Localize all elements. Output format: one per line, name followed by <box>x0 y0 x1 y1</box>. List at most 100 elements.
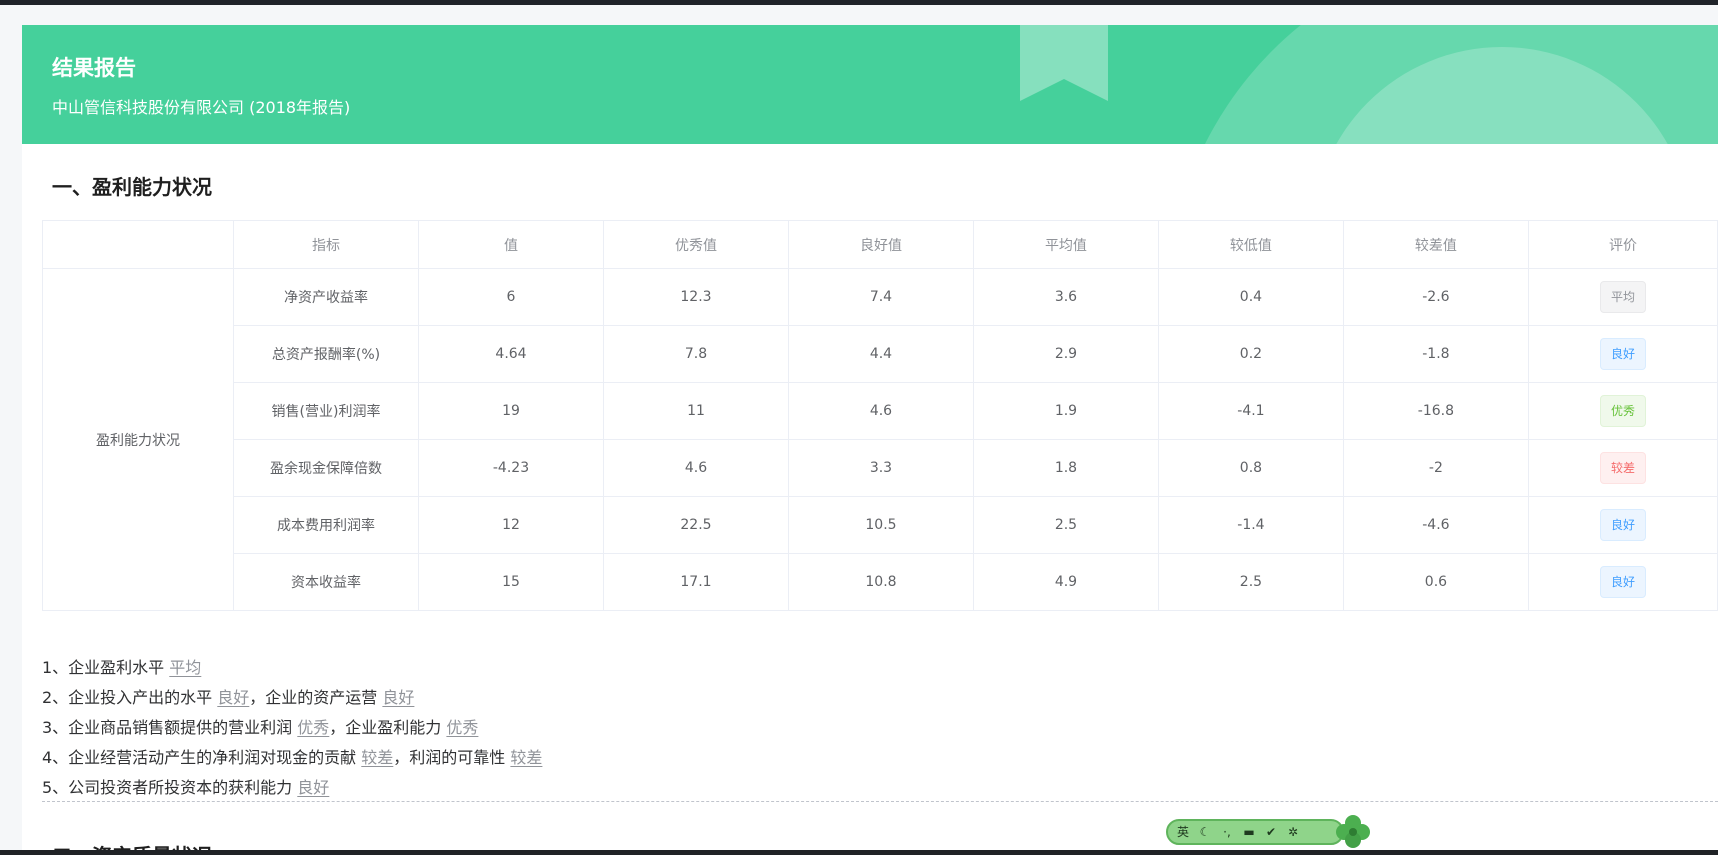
average-value: 1.9 <box>972 382 1159 440</box>
conclusion-text: 3、企业商品销售额提供的营业利润 <box>42 718 298 737</box>
conclusion-rating: 较差 <box>361 748 394 767</box>
rating-cell: 良好 <box>1527 325 1718 383</box>
conclusion-rating: 良好 <box>297 778 330 797</box>
rating-cell: 良好 <box>1527 553 1718 611</box>
check-icon[interactable]: ✔ <box>1264 823 1278 841</box>
excellent-value: 7.8 <box>602 325 789 383</box>
table-row: 成本费用利润率 12 22.5 10.5 2.5 -1.4 -4.6 良好 <box>43 496 1718 554</box>
bookmark-ribbon-icon <box>1020 25 1108 101</box>
conclusion-rating: 平均 <box>169 658 202 677</box>
average-value: 3.6 <box>972 268 1159 326</box>
conclusion-text: ，企业盈利能力 <box>329 718 447 737</box>
conclusion-rating: 优秀 <box>446 718 479 737</box>
excellent-value: 4.6 <box>602 439 789 497</box>
header-good: 良好值 <box>787 220 974 269</box>
low-value: -1.4 <box>1157 496 1344 554</box>
average-value: 4.9 <box>972 553 1159 611</box>
conclusion-rating: 良好 <box>217 688 250 707</box>
section-title-asset-quality: 二、资产质量状况 <box>52 840 212 850</box>
rating-cell: 较差 <box>1527 439 1718 497</box>
conclusion-text: ，利润的可靠性 <box>393 748 511 767</box>
rating-badge: 良好 <box>1599 338 1646 370</box>
header-excellent: 优秀值 <box>602 220 789 269</box>
indicator-value: 4.64 <box>418 325 604 383</box>
rating-cell: 良好 <box>1527 496 1718 554</box>
poor-value: -4.6 <box>1342 496 1529 554</box>
indicator-value: -4.23 <box>418 439 604 497</box>
poor-value: -1.8 <box>1342 325 1529 383</box>
conclusion-rating: 良好 <box>382 688 415 707</box>
table-row: 总资产报酬率(%) 4.64 7.8 4.4 2.9 0.2 -1.8 良好 <box>43 325 1718 383</box>
section-title-profitability: 一、盈利能力状况 <box>52 175 212 199</box>
keyboard-icon[interactable]: ▬ <box>1242 823 1256 841</box>
indicator-value: 19 <box>418 382 604 440</box>
table-row: 盈余现金保障倍数 -4.23 4.6 3.3 1.8 0.8 -2 较差 <box>43 439 1718 497</box>
rating-badge: 平均 <box>1599 281 1646 313</box>
table-row: 销售(营业)利润率 19 11 4.6 1.9 -4.1 -16.8 优秀 <box>43 382 1718 440</box>
poor-value: -2.6 <box>1342 268 1529 326</box>
moon-icon[interactable]: ☾ <box>1198 823 1212 841</box>
poor-value: -2 <box>1342 439 1529 497</box>
company-subtitle: 中山管信科技股份有限公司 (2018年报告) <box>52 98 351 117</box>
indicator-name: 净资产收益率 <box>233 268 419 326</box>
indicator-value: 6 <box>418 268 604 326</box>
poor-value: 0.6 <box>1342 553 1529 611</box>
browser-bottom-edge <box>0 850 1718 855</box>
conclusion-rating: 较差 <box>510 748 543 767</box>
average-value: 2.9 <box>972 325 1159 383</box>
settings-icon[interactable]: ✲ <box>1286 823 1300 841</box>
header-category <box>41 220 235 269</box>
conclusion-line: 1、企业盈利水平 平均 <box>42 653 1042 683</box>
conclusion-list: 1、企业盈利水平 平均 2、企业投入产出的水平 良好，企业的资产运营 良好 3、企业… <box>42 653 1042 803</box>
table-row: 资本收益率 15 17.1 10.8 4.9 2.5 0.6 良好 <box>43 553 1718 611</box>
good-value: 3.3 <box>787 439 974 497</box>
low-value: 0.2 <box>1157 325 1344 383</box>
conclusion-text: 2、企业投入产出的水平 <box>42 688 218 707</box>
indicator-name: 成本费用利润率 <box>233 496 419 554</box>
report-page: 结果报告 中山管信科技股份有限公司 (2018年报告) 一、盈利能力状况 指标 <box>0 5 1718 850</box>
ime-toolbar[interactable]: 英 ☾ ·, ▬ ✔ ✲ <box>1166 813 1371 850</box>
table-row: 盈利能力状况 净资产收益率 6 12.3 7.4 3.6 0.4 -2.6 平均 <box>41 268 1718 611</box>
header-poor: 较差值 <box>1342 220 1529 269</box>
excellent-value: 22.5 <box>602 496 789 554</box>
indicator-name: 资本收益率 <box>233 553 419 611</box>
report-banner: 结果报告 中山管信科技股份有限公司 (2018年报告) <box>22 25 1718 144</box>
report-card: 结果报告 中山管信科技股份有限公司 (2018年报告) 一、盈利能力状况 指标 <box>22 25 1718 850</box>
rating-badge: 较差 <box>1599 452 1646 484</box>
low-value: -4.1 <box>1157 382 1344 440</box>
header-low: 较低值 <box>1157 220 1344 269</box>
header-value: 值 <box>418 220 604 269</box>
rating-badge: 良好 <box>1599 566 1646 598</box>
ime-toolbar-items: 英 ☾ ·, ▬ ✔ ✲ <box>1176 823 1300 841</box>
conclusion-rating: 优秀 <box>297 718 330 737</box>
poor-value: -16.8 <box>1342 382 1529 440</box>
conclusion-line: 3、企业商品销售额提供的营业利润 优秀，企业盈利能力 优秀 <box>42 713 1042 743</box>
indicator-name: 总资产报酬率(%) <box>233 325 419 383</box>
conclusion-text: ，企业的资产运营 <box>249 688 383 707</box>
header-indicator: 指标 <box>233 220 419 269</box>
conclusion-line: 4、企业经营活动产生的净利润对现金的贡献 较差，利润的可靠性 较差 <box>42 743 1042 773</box>
low-value: 0.4 <box>1157 268 1344 326</box>
conclusion-line: 2、企业投入产出的水平 良好，企业的资产运营 良好 <box>42 683 1042 713</box>
category-cell: 盈利能力状况 <box>41 268 235 611</box>
good-value: 4.6 <box>787 382 974 440</box>
good-value: 10.5 <box>787 496 974 554</box>
ime-language-toggle[interactable]: 英 <box>1176 823 1190 841</box>
report-title: 结果报告 <box>52 56 136 80</box>
good-value: 4.4 <box>787 325 974 383</box>
header-average: 平均值 <box>972 220 1159 269</box>
conclusion-text: 5、公司投资者所投资本的获利能力 <box>42 778 298 797</box>
excellent-value: 11 <box>602 382 789 440</box>
indicator-name: 盈余现金保障倍数 <box>233 439 419 497</box>
good-value: 10.8 <box>787 553 974 611</box>
punctuation-icon[interactable]: ·, <box>1220 823 1234 841</box>
rating-badge: 优秀 <box>1599 395 1646 427</box>
header-rating: 评价 <box>1527 220 1718 269</box>
profitability-table: 指标 值 优秀值 良好值 平均值 较低值 较差值 评价 盈利能力状况 净资产收益… <box>41 220 1718 611</box>
low-value: 2.5 <box>1157 553 1344 611</box>
rating-badge: 良好 <box>1599 509 1646 541</box>
conclusion-text: 1、企业盈利水平 <box>42 658 170 677</box>
rating-cell: 优秀 <box>1527 382 1718 440</box>
good-value: 7.4 <box>787 268 974 326</box>
clover-icon[interactable] <box>1334 813 1372 850</box>
